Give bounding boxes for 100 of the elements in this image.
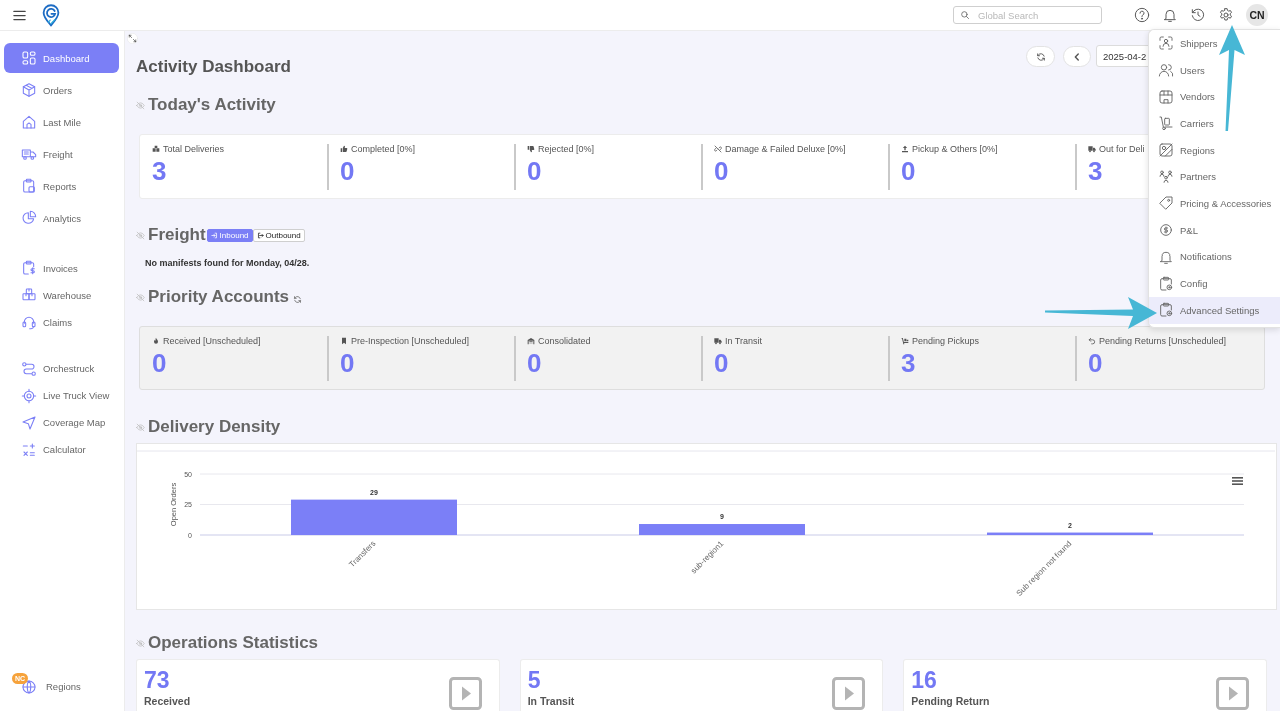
search-field[interactable]: Global Search [953, 6, 1102, 24]
sidebar-item[interactable]: Live Truck View [4, 382, 119, 409]
sidebar-item[interactable]: Calculator [4, 436, 119, 463]
sidebar-item[interactable]: Invoices [4, 254, 119, 282]
eye-slash-icon[interactable] [136, 422, 145, 432]
bell-icon[interactable] [1162, 7, 1178, 23]
sign-in-icon [210, 232, 218, 239]
stat-value: 0 [901, 157, 916, 185]
stat-value: 16 [911, 668, 937, 692]
stat-label: Pending Returns [Unscheduled] [1099, 336, 1227, 346]
section-title: Freight [148, 225, 206, 245]
refresh-icon[interactable] [293, 294, 303, 304]
boxes-icon [21, 287, 37, 303]
settings-icon[interactable] [1218, 7, 1234, 23]
clipboard-icon [21, 178, 37, 194]
menu-item[interactable]: Partners [1149, 163, 1280, 191]
eye-slash-icon[interactable] [136, 100, 145, 110]
eye-slash-icon[interactable] [136, 292, 145, 302]
menu-icon[interactable] [1232, 477, 1243, 485]
sidebar-item[interactable]: Freight [4, 139, 119, 169]
menu-item[interactable]: Carriers [1149, 110, 1280, 137]
pin-logo-icon[interactable] [41, 3, 61, 27]
headset-icon [21, 314, 37, 330]
sign-out-icon [256, 232, 264, 239]
stat-label: In Transit [725, 336, 762, 346]
truck-icon [714, 337, 722, 345]
eye-slash-icon[interactable] [136, 638, 145, 648]
clipboard-gear-icon [1158, 275, 1174, 292]
help-icon[interactable] [1134, 7, 1150, 23]
warehouse-icon [527, 337, 535, 345]
tag-icon [1158, 195, 1174, 212]
bookmark-icon [340, 337, 348, 345]
stat-label: Completed [0%] [351, 144, 416, 154]
hand-truck-icon [1158, 115, 1174, 132]
menu-item[interactable]: Regions [1149, 136, 1280, 164]
stat-value: 5 [527, 668, 541, 692]
freight-tab[interactable]: Inbound [206, 229, 253, 242]
clipboard-dollar-icon [21, 260, 37, 276]
play-icon[interactable] [448, 677, 482, 710]
sidebar-item[interactable]: Dashboard [4, 43, 119, 73]
undo-icon [1088, 337, 1096, 345]
stat-value: 0 [152, 349, 167, 377]
menu-item[interactable]: Pricing & Accessories [1149, 190, 1280, 217]
pie-chart-icon [21, 210, 37, 226]
menu-item[interactable]: Shippers [1149, 30, 1280, 57]
target-icon [21, 387, 37, 404]
menu-item[interactable]: Advanced Settings [1149, 296, 1280, 324]
map-icon [1158, 142, 1174, 159]
menu-item[interactable]: Config [1149, 270, 1280, 297]
store-icon [1158, 88, 1174, 105]
sidebar-item[interactable]: Reports [4, 171, 119, 201]
dolly-icon [901, 337, 909, 345]
unlink-icon [714, 145, 722, 153]
stat-label: Pending Pickups [912, 336, 980, 346]
stat-value: 0 [340, 349, 355, 377]
sidebar-item[interactable]: Claims [4, 308, 119, 336]
stat-value: 0 [527, 349, 542, 377]
stat-label: In Transit [527, 695, 575, 707]
refresh-icon [1035, 51, 1046, 62]
thumbs-up-icon [340, 145, 348, 153]
section-title: Today's Activity [148, 95, 276, 115]
menu-item[interactable]: Vendors [1149, 83, 1280, 111]
menu-item[interactable]: P&L [1149, 216, 1280, 244]
section-title: Operations Statistics [148, 633, 319, 653]
sidebar-item[interactable]: Orchestruck [4, 355, 119, 382]
back-button[interactable] [1063, 46, 1091, 67]
empty-message: No manifests found for Monday, 04/28. [144, 258, 310, 268]
people-group-icon [1158, 168, 1174, 185]
sidebar-item[interactable]: Analytics [4, 203, 119, 233]
stat-value: 0 [340, 157, 355, 185]
stat-label: Consolidated [538, 336, 591, 346]
cube-icon [21, 82, 37, 98]
section-title: Delivery Density [148, 417, 281, 437]
user-avatar[interactable]: CN [1246, 4, 1268, 26]
stat-value: 0 [527, 157, 542, 185]
freight-tab[interactable]: Outbound [252, 229, 305, 242]
refresh-button[interactable] [1026, 46, 1055, 67]
expand-icon[interactable] [127, 33, 138, 44]
sidebar-item[interactable]: Last Mile [4, 107, 119, 137]
menu-item[interactable]: Users [1149, 56, 1280, 84]
calculator-icon [21, 441, 37, 458]
stat-value: 0 [714, 349, 729, 377]
flame-icon [152, 337, 160, 345]
stat-value: 3 [1088, 157, 1103, 185]
play-icon[interactable] [832, 677, 866, 710]
history-icon[interactable] [1190, 7, 1206, 23]
sidebar-item[interactable]: Warehouse [4, 281, 119, 309]
navigation-arrow-icon [21, 414, 37, 431]
search-icon [960, 10, 970, 20]
sidebar-item[interactable]: Orders [4, 75, 119, 105]
sidebar-item[interactable]: Coverage Map [4, 409, 119, 436]
menu-item[interactable]: Notifications [1149, 243, 1280, 271]
stat-label: Damage & Failed Deluxe [0%] [725, 144, 846, 154]
play-icon[interactable] [1216, 677, 1249, 710]
eye-slash-icon[interactable] [136, 230, 145, 240]
truck-icon [21, 146, 37, 162]
dollar-circle-icon [1158, 222, 1174, 239]
stat-label: Out for Deli [1099, 144, 1145, 154]
people-scan-icon [1158, 35, 1174, 52]
stat-value: 3 [152, 157, 167, 185]
